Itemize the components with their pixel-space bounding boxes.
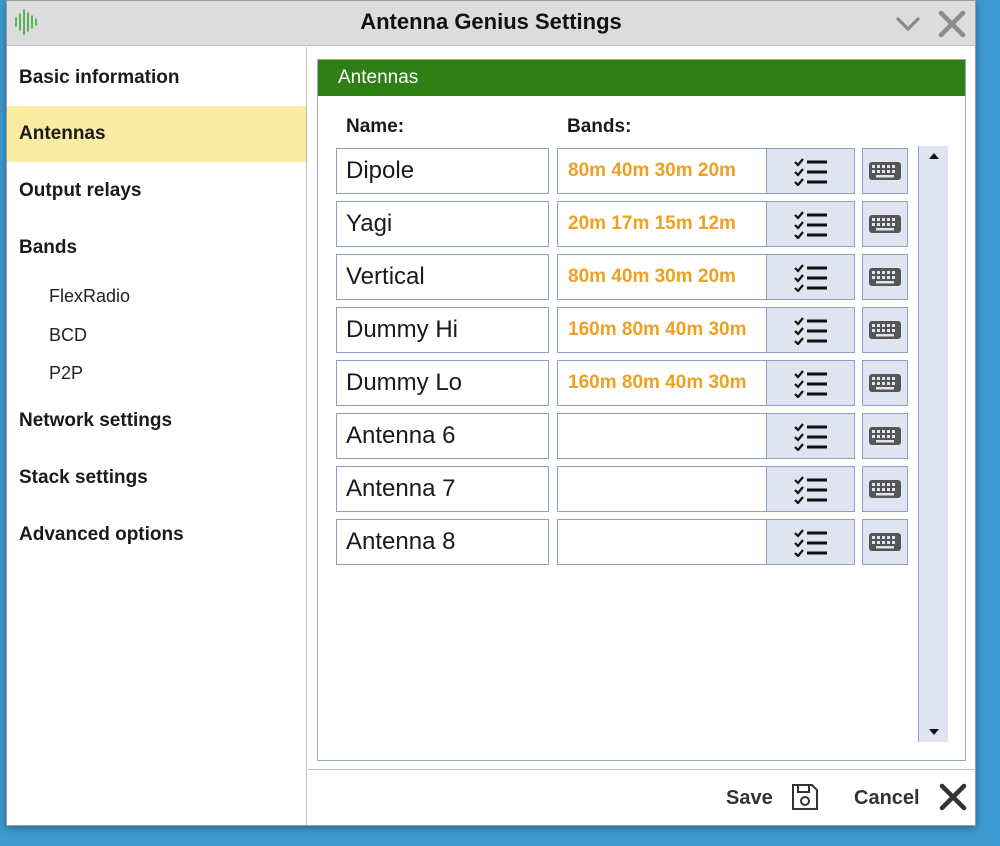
select-bands-button[interactable] (766, 308, 854, 352)
keyboard-icon (869, 162, 901, 180)
select-bands-button[interactable] (766, 255, 854, 299)
antenna-name-input[interactable] (336, 413, 549, 459)
antenna-name-input[interactable] (336, 519, 549, 565)
antenna-list-scrollbar[interactable] (918, 146, 948, 742)
cancel-label: Cancel (854, 787, 920, 809)
close-window-button[interactable] (937, 9, 967, 39)
sidebar-item-output-relays[interactable]: Output relays (7, 163, 306, 219)
bands-value (568, 478, 768, 502)
sidebar-item-stack-settings[interactable]: Stack settings (7, 450, 306, 506)
antenna-name-input[interactable] (336, 466, 549, 512)
antenna-name-input[interactable] (336, 201, 549, 247)
select-bands-button[interactable] (766, 414, 854, 458)
select-bands-button[interactable] (766, 520, 854, 564)
save-button[interactable]: Save (726, 780, 826, 816)
keyboard-icon (869, 374, 901, 392)
settings-sidebar: Basic information Antennas Output relays… (7, 47, 307, 825)
sidebar-subitem-bcd[interactable]: BCD (7, 316, 306, 354)
select-bands-button[interactable] (766, 361, 854, 405)
bands-value (568, 531, 768, 555)
antenna-name-input[interactable] (336, 307, 549, 353)
checklist-icon (794, 529, 827, 557)
floppy-disk-icon (792, 784, 818, 810)
bands-field[interactable]: 80m 40m 30m 20m (557, 148, 855, 194)
sidebar-subitem-flexradio[interactable]: FlexRadio (7, 277, 306, 315)
bands-field[interactable] (557, 413, 855, 459)
sidebar-item-network-settings[interactable]: Network settings (7, 393, 306, 449)
antenna-row (336, 413, 912, 459)
save-label: Save (726, 787, 773, 809)
window-title: Antenna Genius Settings (360, 9, 622, 34)
sidebar-item-bands[interactable]: Bands (7, 220, 306, 276)
checklist-icon (794, 370, 827, 398)
settings-window: Antenna Genius Settings Basic informatio… (6, 0, 976, 826)
sidebar-item-advanced-options[interactable]: Advanced options (7, 507, 306, 563)
checklist-icon (794, 158, 827, 186)
keyboard-icon (869, 268, 901, 286)
keyboard-button[interactable] (862, 148, 908, 194)
keyboard-icon (869, 533, 901, 551)
panel-title: Antennas (318, 60, 965, 96)
antenna-row: 20m 17m 15m 12m (336, 201, 912, 247)
close-icon (939, 783, 967, 811)
bands-field[interactable] (557, 466, 855, 512)
bands-value (568, 425, 768, 449)
antenna-row (336, 519, 912, 565)
caret-down-icon (929, 729, 939, 735)
keyboard-button[interactable] (862, 201, 908, 247)
antennas-panel: Antennas Name: Bands: 80m 40m 30m 20m 20m… (317, 59, 966, 761)
chevron-down-icon (895, 16, 921, 32)
sidebar-item-antennas[interactable]: Antennas (7, 106, 306, 162)
checklist-icon (794, 264, 827, 292)
antenna-row: 80m 40m 30m 20m (336, 148, 912, 194)
keyboard-icon (869, 480, 901, 498)
bands-value: 160m 80m 40m 30m (568, 372, 747, 393)
keyboard-button[interactable] (862, 254, 908, 300)
close-icon (938, 10, 966, 38)
keyboard-icon (869, 215, 901, 233)
scroll-down-button[interactable] (919, 722, 949, 742)
collapse-button[interactable] (893, 9, 923, 39)
sidebar-subitem-p2p[interactable]: P2P (7, 354, 306, 392)
bands-field[interactable]: 20m 17m 15m 12m (557, 201, 855, 247)
checklist-icon (794, 476, 827, 504)
antenna-name-input[interactable] (336, 254, 549, 300)
keyboard-button[interactable] (862, 413, 908, 459)
bands-field[interactable]: 160m 80m 40m 30m (557, 307, 855, 353)
bands-column-header: Bands: (567, 116, 632, 137)
bands-value: 80m 40m 30m 20m (568, 266, 736, 287)
antenna-row (336, 466, 912, 512)
scroll-up-button[interactable] (919, 146, 949, 166)
antenna-name-input[interactable] (336, 360, 549, 406)
bands-value: 80m 40m 30m 20m (568, 160, 736, 181)
bands-field[interactable] (557, 519, 855, 565)
bands-field[interactable]: 160m 80m 40m 30m (557, 360, 855, 406)
keyboard-button[interactable] (862, 360, 908, 406)
select-bands-button[interactable] (766, 149, 854, 193)
antenna-row: 160m 80m 40m 30m (336, 360, 912, 406)
antenna-row: 80m 40m 30m 20m (336, 254, 912, 300)
keyboard-button[interactable] (862, 519, 908, 565)
bands-value: 20m 17m 15m 12m (568, 213, 736, 234)
name-column-header: Name: (346, 116, 405, 137)
dialog-footer: Save Cancel (308, 769, 975, 825)
keyboard-icon (869, 321, 901, 339)
antenna-name-input[interactable] (336, 148, 549, 194)
caret-up-icon (929, 153, 939, 159)
keyboard-button[interactable] (862, 307, 908, 353)
bands-field[interactable]: 80m 40m 30m 20m (557, 254, 855, 300)
checklist-icon (794, 211, 827, 239)
keyboard-button[interactable] (862, 466, 908, 512)
title-bar: Antenna Genius Settings (7, 1, 975, 46)
keyboard-icon (869, 427, 901, 445)
bands-value: 160m 80m 40m 30m (568, 319, 747, 340)
select-bands-button[interactable] (766, 467, 854, 511)
select-bands-button[interactable] (766, 202, 854, 246)
checklist-icon (794, 423, 827, 451)
checklist-icon (794, 317, 827, 345)
sidebar-item-basic-information[interactable]: Basic information (7, 50, 306, 106)
antenna-row: 160m 80m 40m 30m (336, 307, 912, 353)
cancel-button[interactable]: Cancel (854, 780, 974, 816)
